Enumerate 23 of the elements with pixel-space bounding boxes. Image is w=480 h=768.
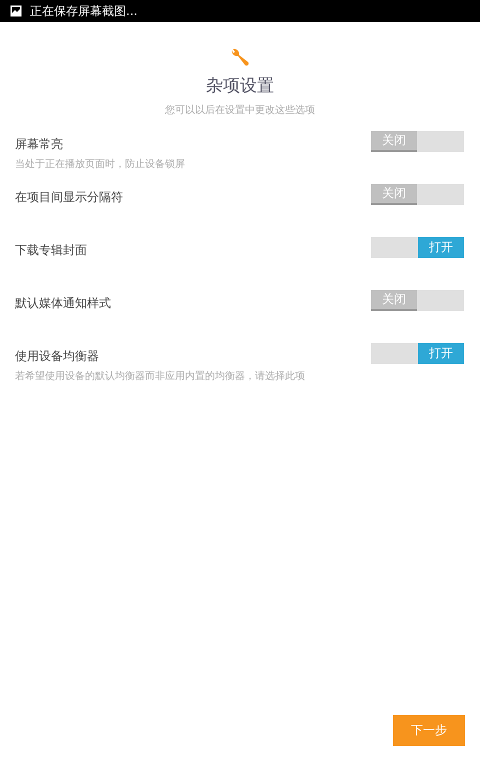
setting-label: 在项目间显示分隔符	[15, 189, 123, 206]
setting-description: 当处于正在播放页面时，防止设备锁屏	[15, 158, 185, 171]
toggle-switch[interactable]: 打开	[371, 343, 464, 364]
setting-label: 使用设备均衡器	[15, 348, 100, 365]
toggle-knob: 打开	[418, 343, 464, 364]
setting-label: 屏幕常亮	[15, 136, 64, 153]
toggle-switch[interactable]: 关闭	[371, 184, 464, 205]
toggle-knob: 关闭	[371, 131, 417, 152]
notification-text: 正在保存屏幕截图...	[30, 2, 138, 20]
toggle-switch[interactable]: 关闭	[371, 290, 464, 311]
wrench-icon	[229, 46, 251, 68]
setting-label: 下载专辑封面	[15, 242, 87, 259]
toggle-knob: 关闭	[371, 184, 417, 205]
setting-label: 默认媒体通知样式	[15, 295, 111, 312]
setting-description: 若希望使用设备的默认均衡器而非应用内置的均衡器，请选择此项	[15, 370, 305, 383]
next-button[interactable]: 下一步	[393, 715, 465, 746]
toggle-switch[interactable]: 关闭	[371, 131, 464, 152]
toggle-knob: 打开	[418, 237, 464, 258]
toggle-switch[interactable]: 打开	[371, 237, 464, 258]
image-icon	[10, 5, 22, 17]
toggle-knob: 关闭	[371, 290, 417, 311]
page-title: 杂项设置	[206, 75, 274, 97]
page-subtitle: 您可以以后在设置中更改这些选项	[165, 104, 315, 117]
